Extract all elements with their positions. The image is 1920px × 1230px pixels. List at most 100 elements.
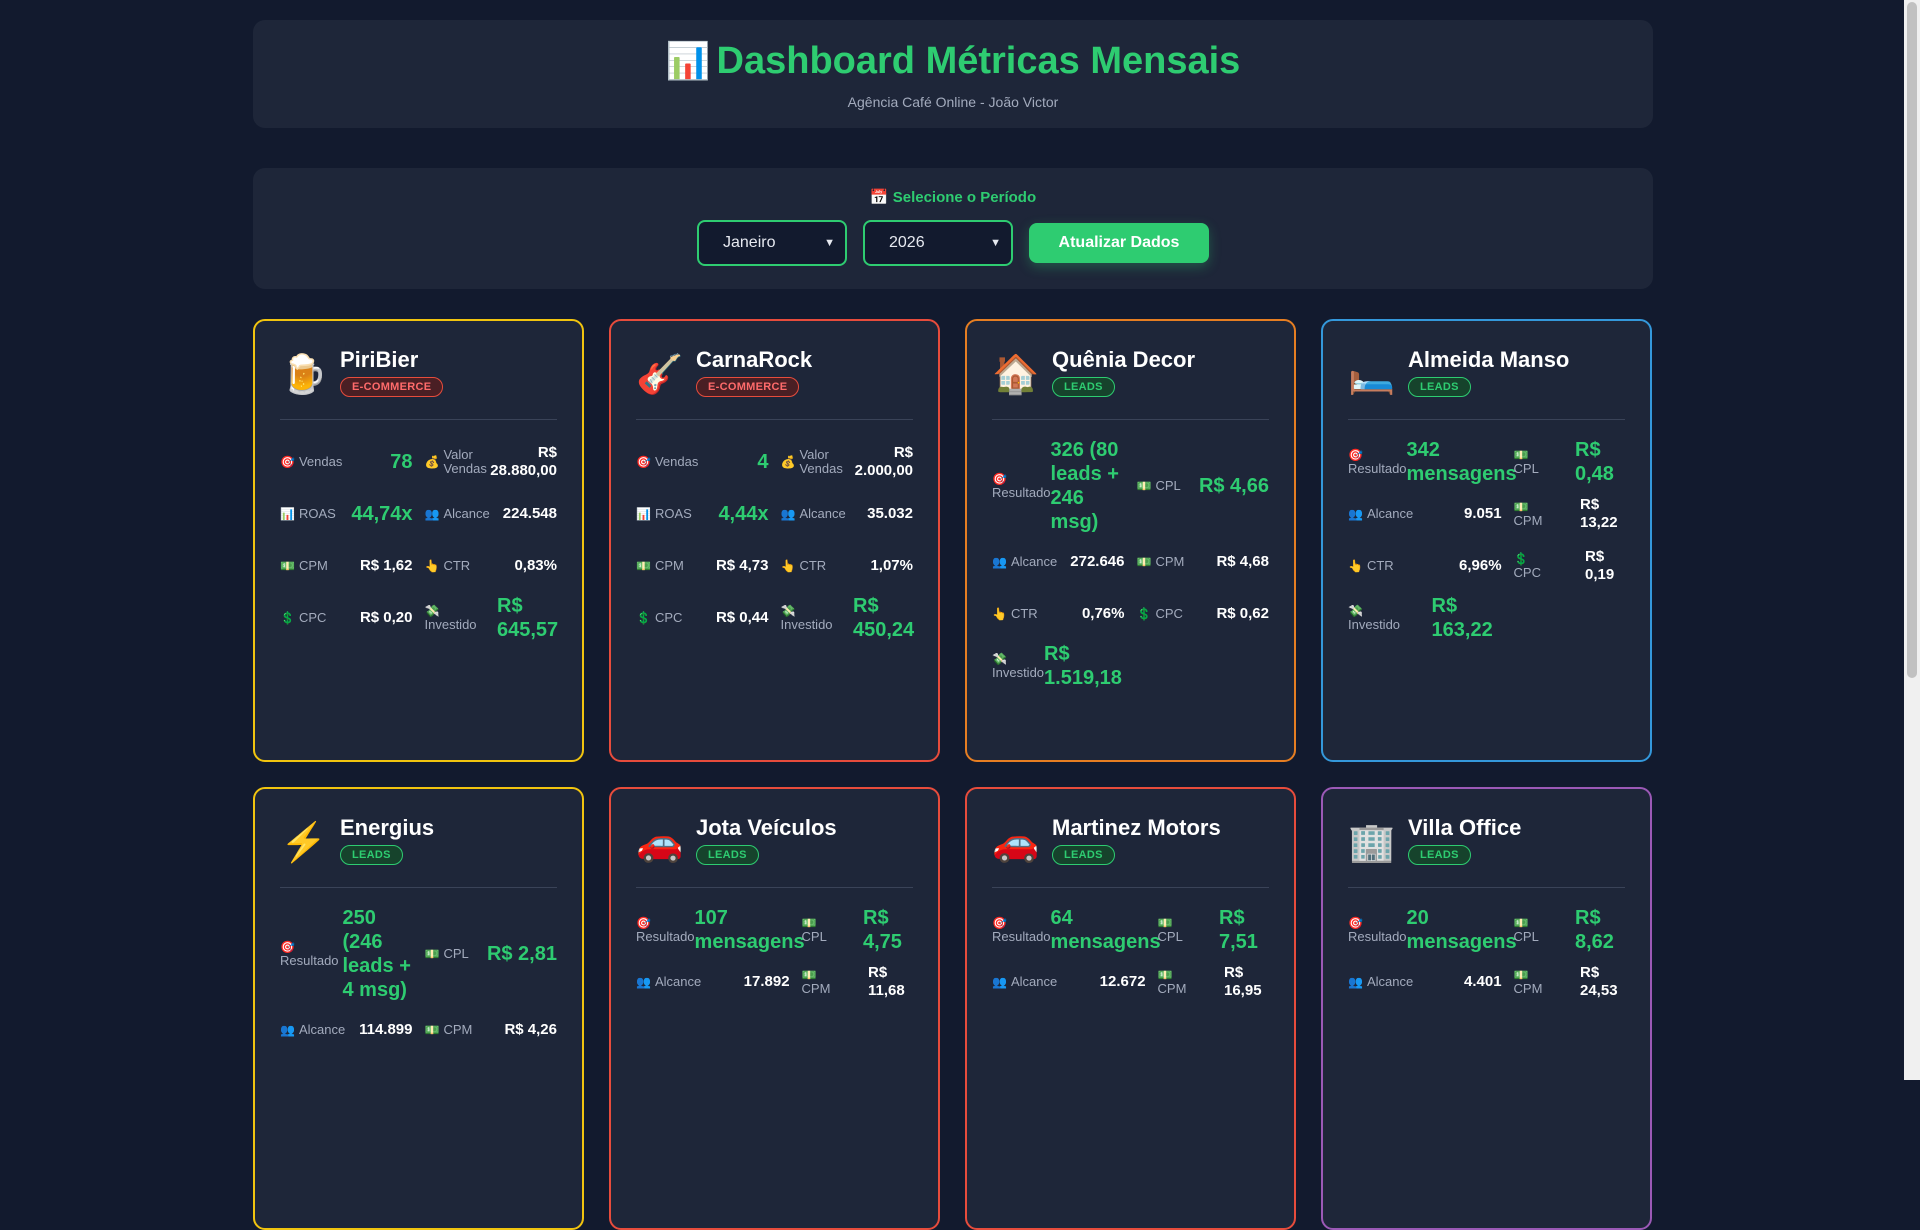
metric-label: Resultado bbox=[992, 485, 1051, 500]
people-icon: 👥 bbox=[992, 555, 1007, 569]
metric-alcance: 👥 Alcance 9.051 bbox=[1348, 490, 1502, 538]
bed-icon: 🛏️ bbox=[1348, 354, 1396, 396]
client-card-quenia-decor[interactable]: 🏠 Quênia Decor LEADS 🎯 Resultado 326 (80 l… bbox=[965, 319, 1296, 762]
metric-resultado: 🎯 Resultado 20 mensagens bbox=[1348, 906, 1517, 954]
metric-investido: 💸 Investido R$ 450,24 bbox=[781, 594, 915, 642]
metric-cpl: 💵 CPL R$ 0,48 bbox=[1514, 438, 1625, 486]
metric-label: CPM bbox=[298, 558, 328, 573]
metrics-grid: 🎯 Resultado 64 mensagens 💵 CPL R$ 7,51 👥 Alca… bbox=[992, 906, 1269, 1006]
client-card-jota-veiculos[interactable]: 🚗 Jota Veículos LEADS 🎯 Resultado 107 mens… bbox=[609, 787, 940, 1230]
metric-label: ROAS bbox=[298, 506, 336, 521]
metric-value: 1,07% bbox=[870, 557, 913, 574]
metric-label: Valor Vendas bbox=[443, 447, 487, 476]
type-badge: LEADS bbox=[1408, 377, 1471, 397]
metrics-grid: 🎯 Resultado 20 mensagens 💵 CPL R$ 8,62 👥 Alca… bbox=[1348, 906, 1625, 1006]
year-select-value: 2026 bbox=[889, 234, 925, 251]
client-card-almeida-manso[interactable]: 🛏️ Almeida Manso LEADS 🎯 Resultado 342 men… bbox=[1321, 319, 1652, 762]
metric-label: CPL bbox=[1157, 929, 1183, 944]
people-icon: 👥 bbox=[1348, 975, 1363, 989]
scrollbar-thumb[interactable] bbox=[1907, 2, 1917, 678]
money-wings-icon: 💸 bbox=[1348, 604, 1363, 618]
banknote-icon: 💵 bbox=[1513, 968, 1529, 982]
metric-value: 4 bbox=[757, 451, 769, 473]
client-name: Almeida Manso bbox=[1408, 347, 1570, 372]
house-icon: 🏠 bbox=[992, 354, 1040, 396]
lightning-icon: ⚡ bbox=[280, 822, 328, 864]
banknote-icon: 💵 bbox=[1513, 448, 1529, 462]
banknote-icon: 💵 bbox=[1136, 555, 1152, 569]
people-icon: 👥 bbox=[280, 1023, 295, 1037]
metric-value: R$ 24,53 bbox=[1580, 964, 1618, 999]
client-name: Villa Office bbox=[1408, 815, 1522, 840]
metric-alcance: 👥 Alcance 12.672 bbox=[992, 958, 1146, 1006]
client-card-energius[interactable]: ⚡ Energius LEADS 🎯 Resultado 250 (246 lead… bbox=[253, 787, 584, 1230]
metric-value: 4.401 bbox=[1464, 973, 1502, 990]
client-card-villa-office[interactable]: 🏢 Villa Office LEADS 🎯 Resultado 20 mensag… bbox=[1321, 787, 1652, 1230]
client-card-carnarock[interactable]: 🎸 CarnaRock E-COMMERCE 🎯 Vendas 4 💰 Valor V… bbox=[609, 319, 940, 762]
metric-value: R$ 645,57 bbox=[497, 595, 559, 641]
banknote-icon: 💵 bbox=[801, 916, 817, 930]
metric-label: Alcance bbox=[298, 1022, 346, 1037]
metric-alcance: 👥 Alcance 224.548 bbox=[425, 490, 558, 538]
money-wings-icon: 💸 bbox=[992, 652, 1007, 666]
people-icon: 👥 bbox=[636, 975, 651, 989]
pointer-hand-icon: 👆 bbox=[424, 559, 440, 573]
client-card-piribier[interactable]: 🍺 PiriBier E-COMMERCE 🎯 Vendas 78 💰 Valor V… bbox=[253, 319, 584, 762]
metric-cpc: 💲 CPC R$ 0,19 bbox=[1514, 542, 1625, 590]
metric-label: CPC bbox=[654, 610, 683, 625]
metric-label: Investido bbox=[992, 665, 1045, 680]
banknote-icon: 💵 bbox=[424, 1023, 440, 1037]
dollar-sign-icon: 💲 bbox=[280, 611, 295, 625]
chevron-down-icon: ▼ bbox=[990, 237, 1001, 249]
year-select[interactable]: 2026 ▼ bbox=[863, 220, 1013, 266]
metric-label: Vendas bbox=[298, 454, 343, 469]
metric-resultado: 🎯 Resultado 107 mensagens bbox=[636, 906, 805, 954]
metric-value: 0,83% bbox=[514, 557, 557, 574]
metric-cpm: 💵 CPM R$ 4,73 bbox=[636, 542, 769, 590]
chevron-down-icon: ▼ bbox=[824, 237, 835, 249]
metric-roas: 📊 ROAS 44,74x bbox=[280, 490, 413, 538]
banknote-icon: 💵 bbox=[424, 947, 440, 961]
metric-cpm: 💵 CPM R$ 4,68 bbox=[1137, 538, 1270, 586]
metrics-grid: 🎯 Resultado 326 (80 leads + 246 msg) 💵 CPL R… bbox=[992, 438, 1269, 690]
metric-cpm: 💵 CPM R$ 16,95 bbox=[1158, 958, 1269, 1006]
page-scrollbar[interactable] bbox=[1904, 0, 1920, 1080]
metrics-grid: 🎯 Resultado 342 mensagens 💵 CPL R$ 0,48 👥 Alc… bbox=[1348, 438, 1625, 642]
client-card-martinez-motors[interactable]: 🚗 Martinez Motors LEADS 🎯 Resultado 64 men… bbox=[965, 787, 1296, 1230]
metric-valor-vendas: 💰 Valor Vendas R$ 28.880,00 bbox=[425, 438, 558, 486]
metric-label: CTR bbox=[443, 558, 471, 573]
metric-value: 17.892 bbox=[743, 973, 790, 990]
metric-value: 9.051 bbox=[1464, 505, 1502, 522]
metric-resultado: 🎯 Resultado 64 mensagens bbox=[992, 906, 1161, 954]
money-bag-icon: 💰 bbox=[780, 455, 796, 469]
card-header: ⚡ Energius LEADS bbox=[280, 813, 557, 888]
period-selector: 📅 Selecione o Período Janeiro ▼ 2026 ▼ A… bbox=[253, 168, 1653, 289]
metric-label: Alcance bbox=[654, 974, 702, 989]
card-header: 🚗 Jota Veículos LEADS bbox=[636, 813, 913, 888]
metrics-grid: 🎯 Resultado 250 (246 leads + 4 msg) 💵 CPL R$… bbox=[280, 906, 557, 1054]
metric-value: R$ 0,19 bbox=[1585, 548, 1615, 583]
page-subtitle: Agência Café Online - João Victor bbox=[847, 94, 1059, 110]
pointer-hand-icon: 👆 bbox=[992, 607, 1007, 621]
metric-value: 78 bbox=[390, 451, 413, 473]
card-header: 🏠 Quênia Decor LEADS bbox=[992, 345, 1269, 420]
metric-cpm: 💵 CPM R$ 1,62 bbox=[280, 542, 413, 590]
metric-label: CPM bbox=[801, 981, 831, 996]
metric-cpm: 💵 CPM R$ 11,68 bbox=[802, 958, 913, 1006]
type-badge: E-COMMERCE bbox=[696, 377, 800, 397]
metric-ctr: 👆 CTR 0,83% bbox=[425, 542, 558, 590]
month-select[interactable]: Janeiro ▼ bbox=[697, 220, 847, 266]
metric-investido: 💸 Investido R$ 1.519,18 bbox=[992, 642, 1125, 690]
bar-chart-icon: 📊 bbox=[665, 40, 711, 81]
type-badge: E-COMMERCE bbox=[340, 377, 444, 397]
banknote-icon: 💵 bbox=[801, 968, 817, 982]
metric-label: CPL bbox=[1513, 461, 1539, 476]
metric-value: 12.672 bbox=[1099, 973, 1146, 990]
money-wings-icon: 💸 bbox=[424, 604, 440, 618]
update-data-button[interactable]: Atualizar Dados bbox=[1029, 223, 1209, 263]
banknote-icon: 💵 bbox=[1513, 916, 1529, 930]
metric-value: R$ 0,20 bbox=[359, 609, 413, 626]
money-bag-icon: 💰 bbox=[424, 455, 440, 469]
target-icon: 🎯 bbox=[280, 940, 295, 954]
metric-value: R$ 1,62 bbox=[359, 557, 413, 574]
